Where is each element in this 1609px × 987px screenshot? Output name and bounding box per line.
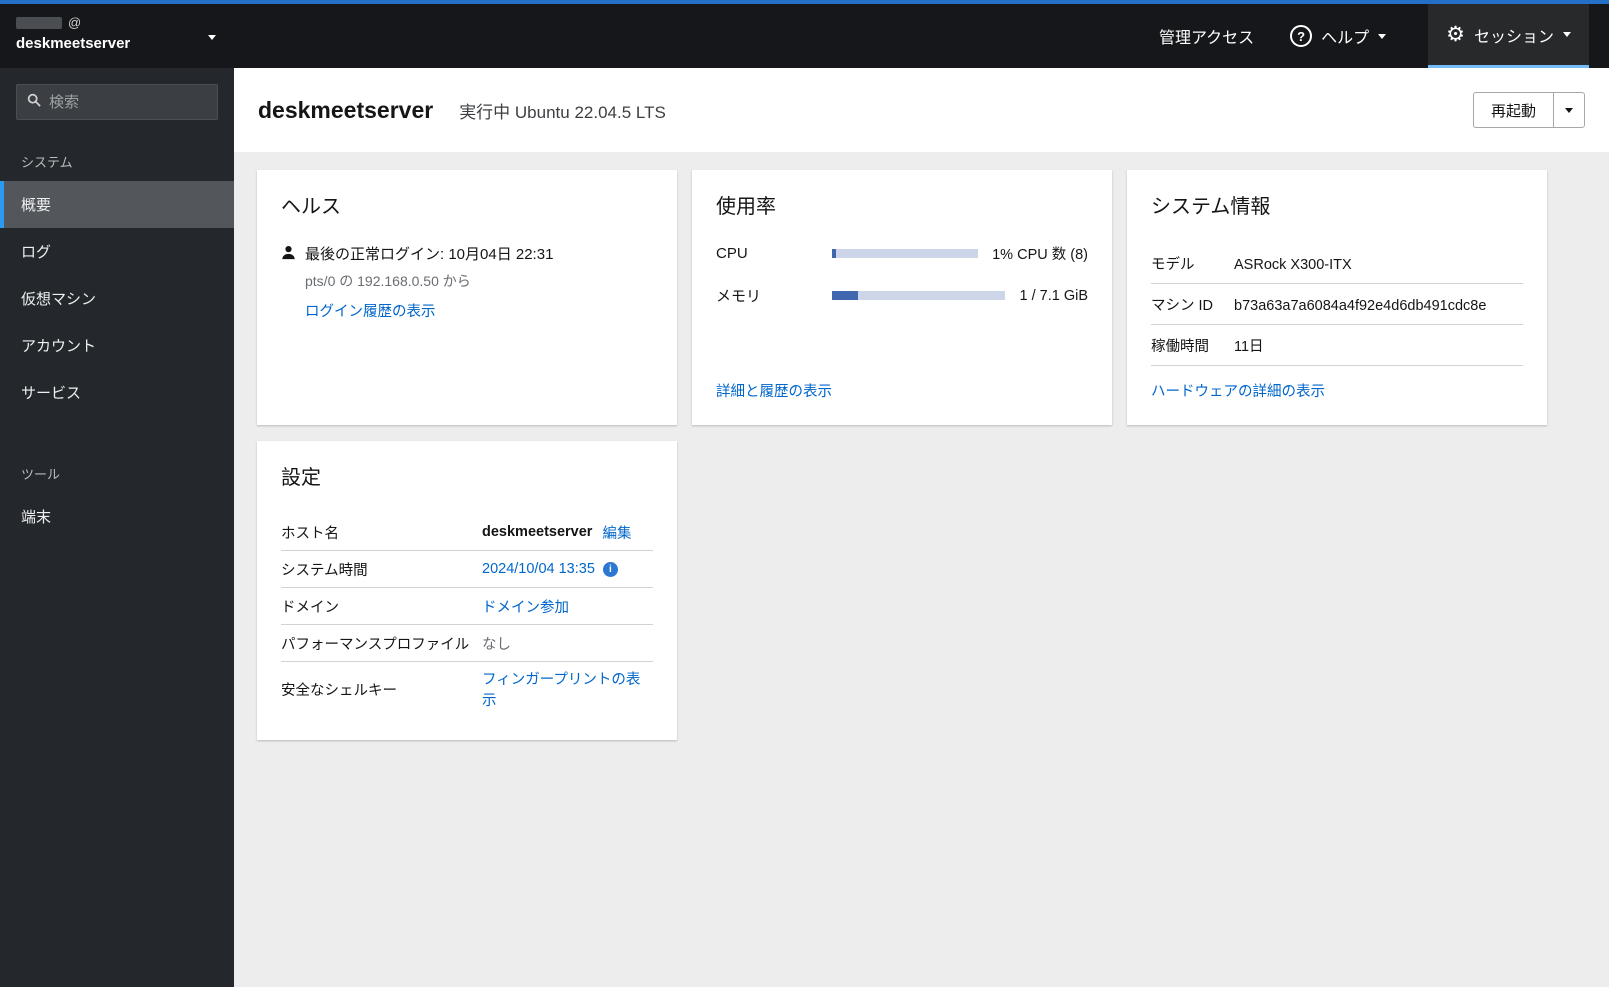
usage-details-link[interactable]: 詳細と履歴の表示 xyxy=(716,384,832,400)
last-login-row: 最後の正常ログイン: 10月04日 22:31 pts/0 の 192.168.… xyxy=(281,243,653,321)
memory-progress-bar xyxy=(832,291,1006,300)
chevron-down-icon xyxy=(1378,33,1387,39)
model-value: ASRock X300-ITX xyxy=(1234,257,1352,273)
overview-cards: ヘルス 最後の正常ログイン: 10月04日 22:31 pts/0 の 192.… xyxy=(234,152,1609,764)
cpu-progress-fill xyxy=(832,249,837,258)
system-time-link[interactable]: 2024/10/04 13:35 xyxy=(482,561,595,577)
system-time-row: システム時間 2024/10/04 13:35 i xyxy=(281,551,653,588)
sidebar-item-terminal[interactable]: 端末 xyxy=(0,493,234,540)
last-login-info: 最後の正常ログイン: 10月04日 22:31 pts/0 の 192.168.… xyxy=(305,243,553,321)
title-group: deskmeetserver 実行中 Ubuntu 22.04.5 LTS xyxy=(258,97,666,124)
sidebar-section-system: システム xyxy=(21,155,73,170)
memory-label: メモリ xyxy=(716,288,762,305)
uptime-label: 稼働時間 xyxy=(1151,339,1209,355)
page-title: deskmeetserver xyxy=(258,96,434,123)
sidebar: システム 概要 ログ 仮想マシン アカウント サービス ツール 端末 xyxy=(0,68,234,987)
page-header: deskmeetserver 実行中 Ubuntu 22.04.5 LTS 再起… xyxy=(234,68,1609,152)
memory-value: 1 / 7.1 GiB xyxy=(1019,287,1088,304)
masthead-hostname: deskmeetserver xyxy=(16,35,131,52)
restart-button-group: 再起動 xyxy=(1472,92,1585,128)
cpu-progress-bar xyxy=(832,249,979,258)
system-info-table: モデル ASRock X300-ITX マシン ID b73a63a7a6084… xyxy=(1151,243,1523,366)
health-card: ヘルス 最後の正常ログイン: 10月04日 22:31 pts/0 の 192.… xyxy=(257,170,677,425)
sidebar-item-overview[interactable]: 概要 xyxy=(0,181,234,228)
usage-card: 使用率 CPU 1% CPU 数 (8) メモリ 1 / 7.1 GiB 詳細と… xyxy=(692,170,1112,425)
session-label: セッション xyxy=(1473,28,1554,46)
memory-usage-row: メモリ 1 / 7.1 GiB xyxy=(716,285,1088,306)
sidebar-item-logs[interactable]: ログ xyxy=(0,228,234,275)
ssh-keys-row: 安全なシェルキー フィンガープリントの表示 xyxy=(281,662,653,716)
configuration-card-title: 設定 xyxy=(281,467,321,489)
ssh-keys-label: 安全なシェルキー xyxy=(281,682,397,699)
host-switcher-toggle[interactable]: @ deskmeetserver xyxy=(0,4,234,68)
sidebar-item-accounts[interactable]: アカウント xyxy=(0,322,234,369)
at-symbol: @ xyxy=(68,15,82,30)
sidebar-search[interactable] xyxy=(16,84,218,120)
machine-id-label: マシン ID xyxy=(1151,298,1214,314)
help-menu-button[interactable]: ? ヘルプ xyxy=(1272,4,1404,68)
admin-access-button[interactable]: 管理アクセス xyxy=(1141,4,1272,68)
model-label: モデル xyxy=(1151,257,1195,273)
performance-profile-label: パフォーマンスプロファイル xyxy=(281,636,470,653)
restart-button[interactable]: 再起動 xyxy=(1472,92,1553,128)
masthead-user-line: @ xyxy=(16,15,218,30)
system-info-card: システム情報 モデル ASRock X300-ITX マシン ID b73a63… xyxy=(1127,170,1547,425)
sidebar-section-tools: ツール xyxy=(21,467,61,482)
sidebar-item-virtual-machines[interactable]: 仮想マシン xyxy=(0,275,234,322)
hostname-value: deskmeetserver xyxy=(482,524,593,540)
performance-profile-value: なし xyxy=(482,636,511,653)
system-info-card-title: システム情報 xyxy=(1151,196,1271,218)
session-menu-button[interactable]: ⚙ セッション xyxy=(1428,4,1589,68)
hostname-row: ホスト名 deskmeetserver 編集 xyxy=(281,514,653,551)
table-row: 稼働時間 11日 xyxy=(1151,325,1523,366)
redacted-username xyxy=(16,16,62,29)
hostname-edit-link[interactable]: 編集 xyxy=(602,522,631,543)
uptime-value: 11日 xyxy=(1234,339,1264,355)
machine-id-value: b73a63a7a6084a4f92e4d6db491cdc8e xyxy=(1234,298,1487,314)
chevron-down-icon xyxy=(208,35,216,40)
masthead-actions: 管理アクセス ? ヘルプ ⚙ セッション xyxy=(234,4,1609,68)
masthead: @ deskmeetserver 管理アクセス ? ヘルプ ⚙ セッション xyxy=(0,4,1609,68)
admin-access-label: 管理アクセス xyxy=(1158,30,1255,47)
performance-profile-row: パフォーマンスプロファイル なし xyxy=(281,625,653,662)
login-history-link[interactable]: ログイン履歴の表示 xyxy=(305,300,436,321)
main-area: deskmeetserver 実行中 Ubuntu 22.04.5 LTS 再起… xyxy=(234,68,1609,987)
system-time-label: システム時間 xyxy=(281,562,368,579)
domain-label: ドメイン xyxy=(281,599,339,616)
domain-row: ドメイン ドメイン参加 xyxy=(281,588,653,625)
user-icon xyxy=(281,245,296,321)
last-login-text: 最後の正常ログイン: 10月04日 22:31 xyxy=(305,246,554,263)
configuration-card: 設定 ホスト名 deskmeetserver 編集 システム時間 2024/10… xyxy=(257,441,677,740)
memory-progress-fill xyxy=(832,291,859,300)
chevron-down-icon xyxy=(1565,107,1573,113)
restart-dropdown-toggle[interactable] xyxy=(1553,92,1585,128)
cpu-label: CPU xyxy=(716,245,748,262)
table-row: モデル ASRock X300-ITX xyxy=(1151,243,1523,284)
host-status: 実行中 Ubuntu 22.04.5 LTS xyxy=(459,102,666,122)
health-card-title: ヘルス xyxy=(281,196,341,218)
app-layout: システム 概要 ログ 仮想マシン アカウント サービス ツール 端末 deskm… xyxy=(0,68,1609,987)
system-info-card-footer: ハードウェアの詳細の表示 xyxy=(1151,380,1523,401)
hostname-label: ホスト名 xyxy=(281,525,339,542)
show-fingerprints-link[interactable]: フィンガープリントの表示 xyxy=(482,668,653,710)
table-row: マシン ID b73a63a7a6084a4f92e4d6db491cdc8e xyxy=(1151,284,1523,325)
help-label: ヘルプ xyxy=(1321,30,1370,47)
hardware-details-link[interactable]: ハードウェアの詳細の表示 xyxy=(1151,384,1325,400)
chevron-down-icon xyxy=(1563,32,1571,37)
search-input[interactable] xyxy=(49,93,207,111)
usage-card-footer: 詳細と履歴の表示 xyxy=(716,380,1088,401)
search-icon xyxy=(27,93,41,112)
join-domain-link[interactable]: ドメイン参加 xyxy=(482,596,569,617)
info-icon[interactable]: i xyxy=(602,561,618,577)
cpu-value: 1% CPU 数 (8) xyxy=(992,247,1088,263)
sidebar-item-services[interactable]: サービス xyxy=(0,369,234,416)
cpu-usage-row: CPU 1% CPU 数 (8) xyxy=(716,243,1088,264)
usage-card-title: 使用率 xyxy=(716,196,776,218)
gear-icon: ⚙ xyxy=(1446,23,1465,46)
last-login-source: pts/0 の 192.168.0.50 から xyxy=(305,273,471,289)
help-icon: ? xyxy=(1290,25,1313,47)
